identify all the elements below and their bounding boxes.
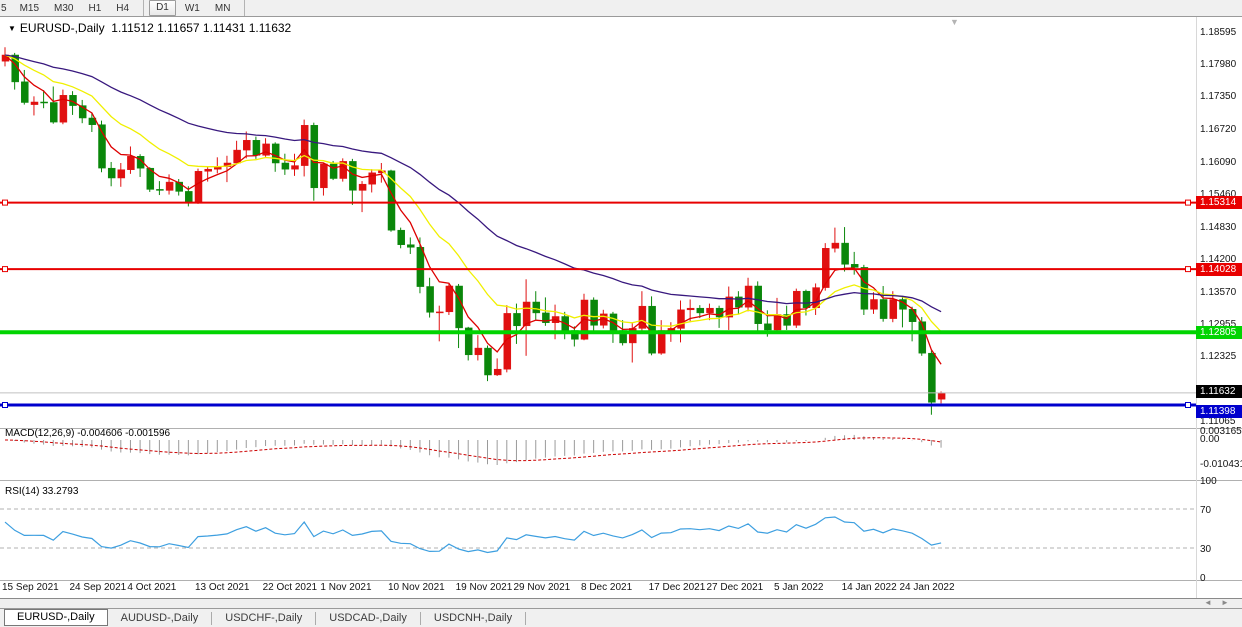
date-axis-label: 8 Dec 2021 <box>581 582 632 593</box>
date-axis-label: 24 Sep 2021 <box>70 582 127 593</box>
price-line-badge: 1.12805 <box>1196 326 1242 339</box>
price-line-badge: 1.14028 <box>1196 263 1242 276</box>
date-axis-label: 14 Jan 2022 <box>842 582 897 593</box>
chart-tabs-bar: EURUSD-,DailyAUDUSD-,DailyUSDCHF-,DailyU… <box>0 608 1242 627</box>
price-line-badge: 1.11398 <box>1196 405 1242 418</box>
rsi-label: RSI(14) 33.2793 <box>5 486 78 497</box>
rsi-axis-label: 0 <box>1200 573 1206 584</box>
macd-axis-label: -0.010431 <box>1200 459 1242 470</box>
date-axis-label: 22 Oct 2021 <box>263 582 317 593</box>
date-axis-label: 27 Dec 2021 <box>707 582 764 593</box>
price-axis-label: 1.13570 <box>1200 287 1236 298</box>
chart-title: ▼ EURUSD-,Daily 1.11512 1.11657 1.11431 1… <box>8 21 291 35</box>
price-axis-label: 1.17980 <box>1200 59 1236 70</box>
tab-USDCHF-,Daily[interactable]: USDCHF-,Daily <box>212 612 316 625</box>
date-axis-label: 17 Dec 2021 <box>649 582 706 593</box>
chart-dropdown-icon[interactable]: ▼ <box>8 24 16 33</box>
scroll-right-icon[interactable]: ► <box>1221 598 1229 608</box>
date-axis-label: 4 Oct 2021 <box>127 582 176 593</box>
price-axis-label: 1.16720 <box>1200 124 1236 135</box>
current-price-badge: 1.11632 <box>1196 385 1242 398</box>
chart-ohlc-values: 1.11512 1.11657 1.11431 1.11632 <box>111 21 291 35</box>
date-axis-label: 1 Nov 2021 <box>320 582 371 593</box>
price-line-badge: 1.15314 <box>1196 196 1242 209</box>
chart-canvas[interactable] <box>0 0 1242 627</box>
date-axis-label: 19 Nov 2021 <box>456 582 513 593</box>
chart-shift-icon[interactable]: ▼ <box>950 17 959 27</box>
rsi-axis-label: 30 <box>1200 544 1211 555</box>
date-axis-label: 13 Oct 2021 <box>195 582 249 593</box>
price-axis-label: 1.16090 <box>1200 157 1236 168</box>
tab-EURUSD-,Daily[interactable]: EURUSD-,Daily <box>4 609 108 626</box>
date-axis-label: 10 Nov 2021 <box>388 582 445 593</box>
price-axis-label: 1.14830 <box>1200 222 1236 233</box>
macd-label: MACD(12,26,9) -0.004606 -0.001596 <box>5 428 170 439</box>
date-axis-label: 29 Nov 2021 <box>514 582 571 593</box>
tab-USDCNH-,Daily[interactable]: USDCNH-,Daily <box>421 612 526 625</box>
macd-axis-label: 0.00 <box>1200 434 1219 445</box>
scroll-left-icon[interactable]: ◄ <box>1204 598 1212 608</box>
date-axis-label: 24 Jan 2022 <box>900 582 955 593</box>
price-axis-label: 1.18595 <box>1200 27 1236 38</box>
tab-AUDUSD-,Daily[interactable]: AUDUSD-,Daily <box>108 612 213 625</box>
horizontal-scrollbar[interactable]: ◄ ► <box>0 598 1242 608</box>
price-axis-label: 1.12325 <box>1200 351 1236 362</box>
tab-USDCAD-,Daily[interactable]: USDCAD-,Daily <box>316 612 421 625</box>
price-axis-label: 1.17350 <box>1200 91 1236 102</box>
rsi-axis-label: 100 <box>1200 476 1217 487</box>
chart-symbol-period: EURUSD-,Daily <box>20 21 105 35</box>
date-axis-label: 5 Jan 2022 <box>774 582 824 593</box>
rsi-axis-label: 70 <box>1200 505 1211 516</box>
date-axis-label: 15 Sep 2021 <box>2 582 59 593</box>
